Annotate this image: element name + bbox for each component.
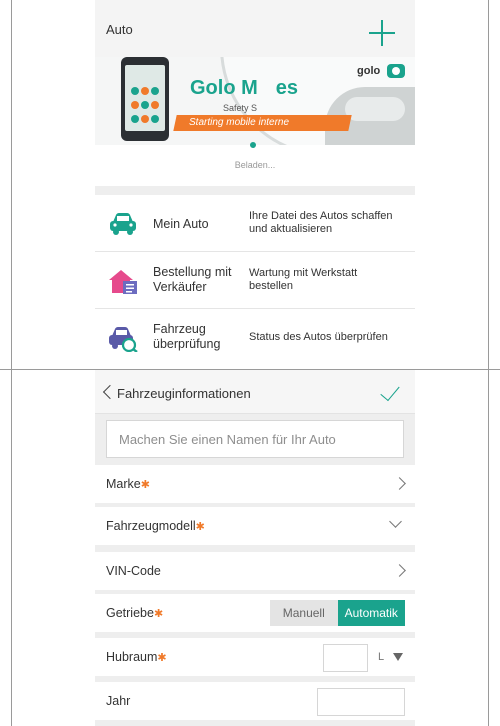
row-marke[interactable]: Marke✱ — [95, 465, 415, 503]
banner-safety-text: Safety S — [223, 103, 258, 113]
phone-app-icon — [131, 115, 139, 123]
plus-icon[interactable] — [369, 20, 395, 46]
phone-app-icon — [141, 115, 149, 123]
pager-dot[interactable] — [250, 142, 256, 148]
field-label: Jahr — [106, 694, 131, 708]
phone-app-icon — [151, 101, 159, 109]
phone-app-icon — [131, 87, 139, 95]
golo-logo-text: golo — [357, 65, 381, 77]
section-separator — [95, 186, 415, 195]
manual-option[interactable]: Manuell — [270, 600, 338, 626]
menu-description: Status des Autos überprüfen — [249, 331, 388, 343]
menu-item-mein-auto[interactable]: Mein Auto Ihre Datei des Autos schaffen … — [95, 195, 415, 252]
phone-icon — [121, 57, 169, 141]
banner-stripe-text: Starting mobile interne — [189, 117, 290, 128]
unit-label: L — [378, 651, 385, 663]
bottom-screen: Fahrzeuginformationen Marke✱ Fahrzeugmod… — [95, 370, 415, 726]
car-search-icon — [109, 327, 138, 352]
chevron-left-icon[interactable] — [102, 384, 118, 400]
golo-logo-icon — [387, 64, 405, 78]
car-icon — [110, 213, 136, 235]
phone-app-icon — [131, 101, 139, 109]
chevron-right-icon — [393, 564, 406, 577]
automatic-option[interactable]: Automatik — [337, 600, 405, 626]
house-order-icon — [109, 270, 137, 294]
chevron-down-icon — [389, 515, 402, 528]
row-vin-code[interactable]: VIN-Code — [95, 552, 415, 590]
car-name-input[interactable] — [107, 421, 403, 457]
field-label: VIN-Code — [106, 564, 161, 578]
phone-app-icon — [141, 87, 149, 95]
menu-label: Mein Auto — [153, 217, 209, 231]
car-graphic — [345, 97, 405, 121]
phone-app-icon — [141, 101, 149, 109]
banner-brand: Golo Mes — [190, 77, 299, 99]
required-mark: ✱ — [157, 652, 167, 664]
menu-description: Wartung mit Werkstatt bestellen — [249, 267, 358, 292]
row-jahr: Jahr — [95, 682, 415, 720]
dropdown-triangle-icon[interactable] — [393, 653, 403, 661]
field-label: Fahrzeugmodell✱ — [106, 519, 205, 533]
nav-bar: Fahrzeuginformationen — [95, 370, 415, 414]
chevron-right-icon — [393, 477, 406, 490]
page-title: Fahrzeuginformationen — [117, 386, 251, 401]
field-label: Marke✱ — [106, 477, 150, 491]
row-fahrzeugmodell[interactable]: Fahrzeugmodell✱ — [95, 507, 415, 545]
transmission-toggle[interactable]: Manuell Automatik — [270, 600, 405, 626]
displacement-input[interactable] — [323, 644, 368, 672]
promo-banner[interactable]: Golo Mes Safety S Starting mobile intern… — [95, 57, 415, 145]
top-screen: Auto Golo Mes Safety S Starting mobile i… — [95, 0, 415, 368]
page-title: Auto — [106, 22, 133, 37]
top-header: Auto — [95, 0, 415, 57]
field-label: Hubraum✱ — [106, 650, 167, 664]
row-getriebe: Getriebe✱ Manuell Automatik — [95, 594, 415, 632]
required-mark: ✱ — [140, 479, 150, 491]
phone-app-icon — [151, 115, 159, 123]
required-mark: ✱ — [195, 521, 205, 533]
checkmark-icon[interactable] — [380, 380, 400, 402]
menu-label: Fahrzeug überprüfung — [153, 322, 221, 351]
menu-description: Ihre Datei des Autos schaffen und aktual… — [249, 210, 393, 235]
menu-item-bestellung[interactable]: Bestellung mit Verkäufer Wartung mit Wer… — [95, 252, 415, 309]
loading-text: Beladen... — [234, 160, 276, 170]
phone-screen — [125, 65, 165, 131]
menu-item-fahrzeug-pruefung[interactable]: Fahrzeug überprüfung Status des Autos üb… — [95, 309, 415, 366]
menu-label: Bestellung mit Verkäufer — [153, 265, 232, 294]
phone-app-icon — [151, 87, 159, 95]
field-label: Getriebe✱ — [106, 606, 164, 620]
year-input[interactable] — [317, 688, 405, 716]
required-mark: ✱ — [153, 608, 164, 620]
car-name-field[interactable] — [106, 420, 404, 458]
row-hubraum: Hubraum✱ L — [95, 638, 415, 676]
